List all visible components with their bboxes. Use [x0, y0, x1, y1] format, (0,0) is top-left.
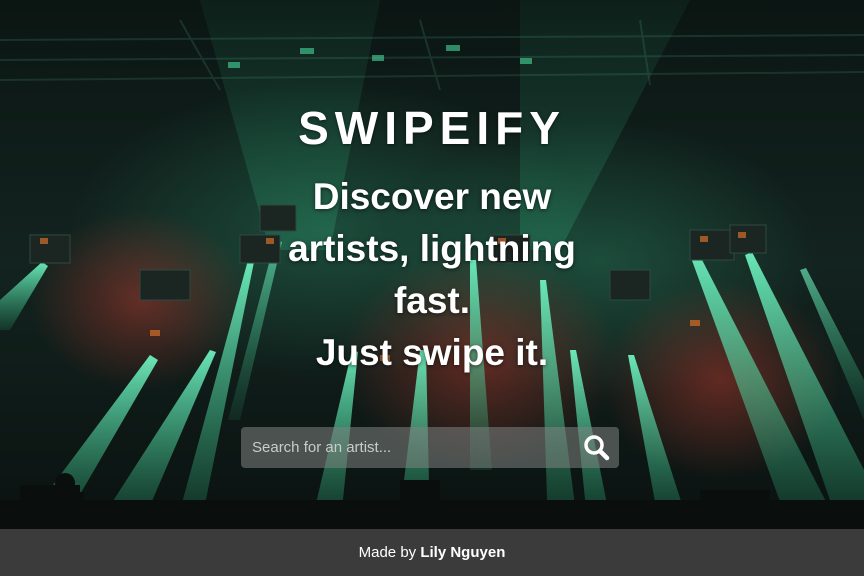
tagline-line: Discover new [312, 176, 552, 217]
tagline: Discover new artists, lightning fast. Ju… [0, 171, 864, 379]
brand-logo-text: SWIPEIFY [298, 102, 566, 154]
artist-search-bar [241, 427, 619, 468]
search-icon [584, 435, 610, 461]
footer: Made by Lily Nguyen [0, 529, 864, 576]
tagline-line: artists, lightning [288, 228, 576, 269]
hero-section: SWIPEIFY Discover new artists, lightning… [0, 0, 864, 529]
artist-search-input[interactable] [241, 427, 571, 468]
tagline-line: Just swipe it. [315, 332, 549, 373]
tagline-line: fast. [393, 280, 471, 321]
search-button[interactable] [581, 432, 613, 463]
hero-content: SWIPEIFY Discover new artists, lightning… [0, 0, 864, 529]
footer-prefix: Made by [358, 544, 417, 561]
footer-author: Lily Nguyen [420, 544, 506, 561]
